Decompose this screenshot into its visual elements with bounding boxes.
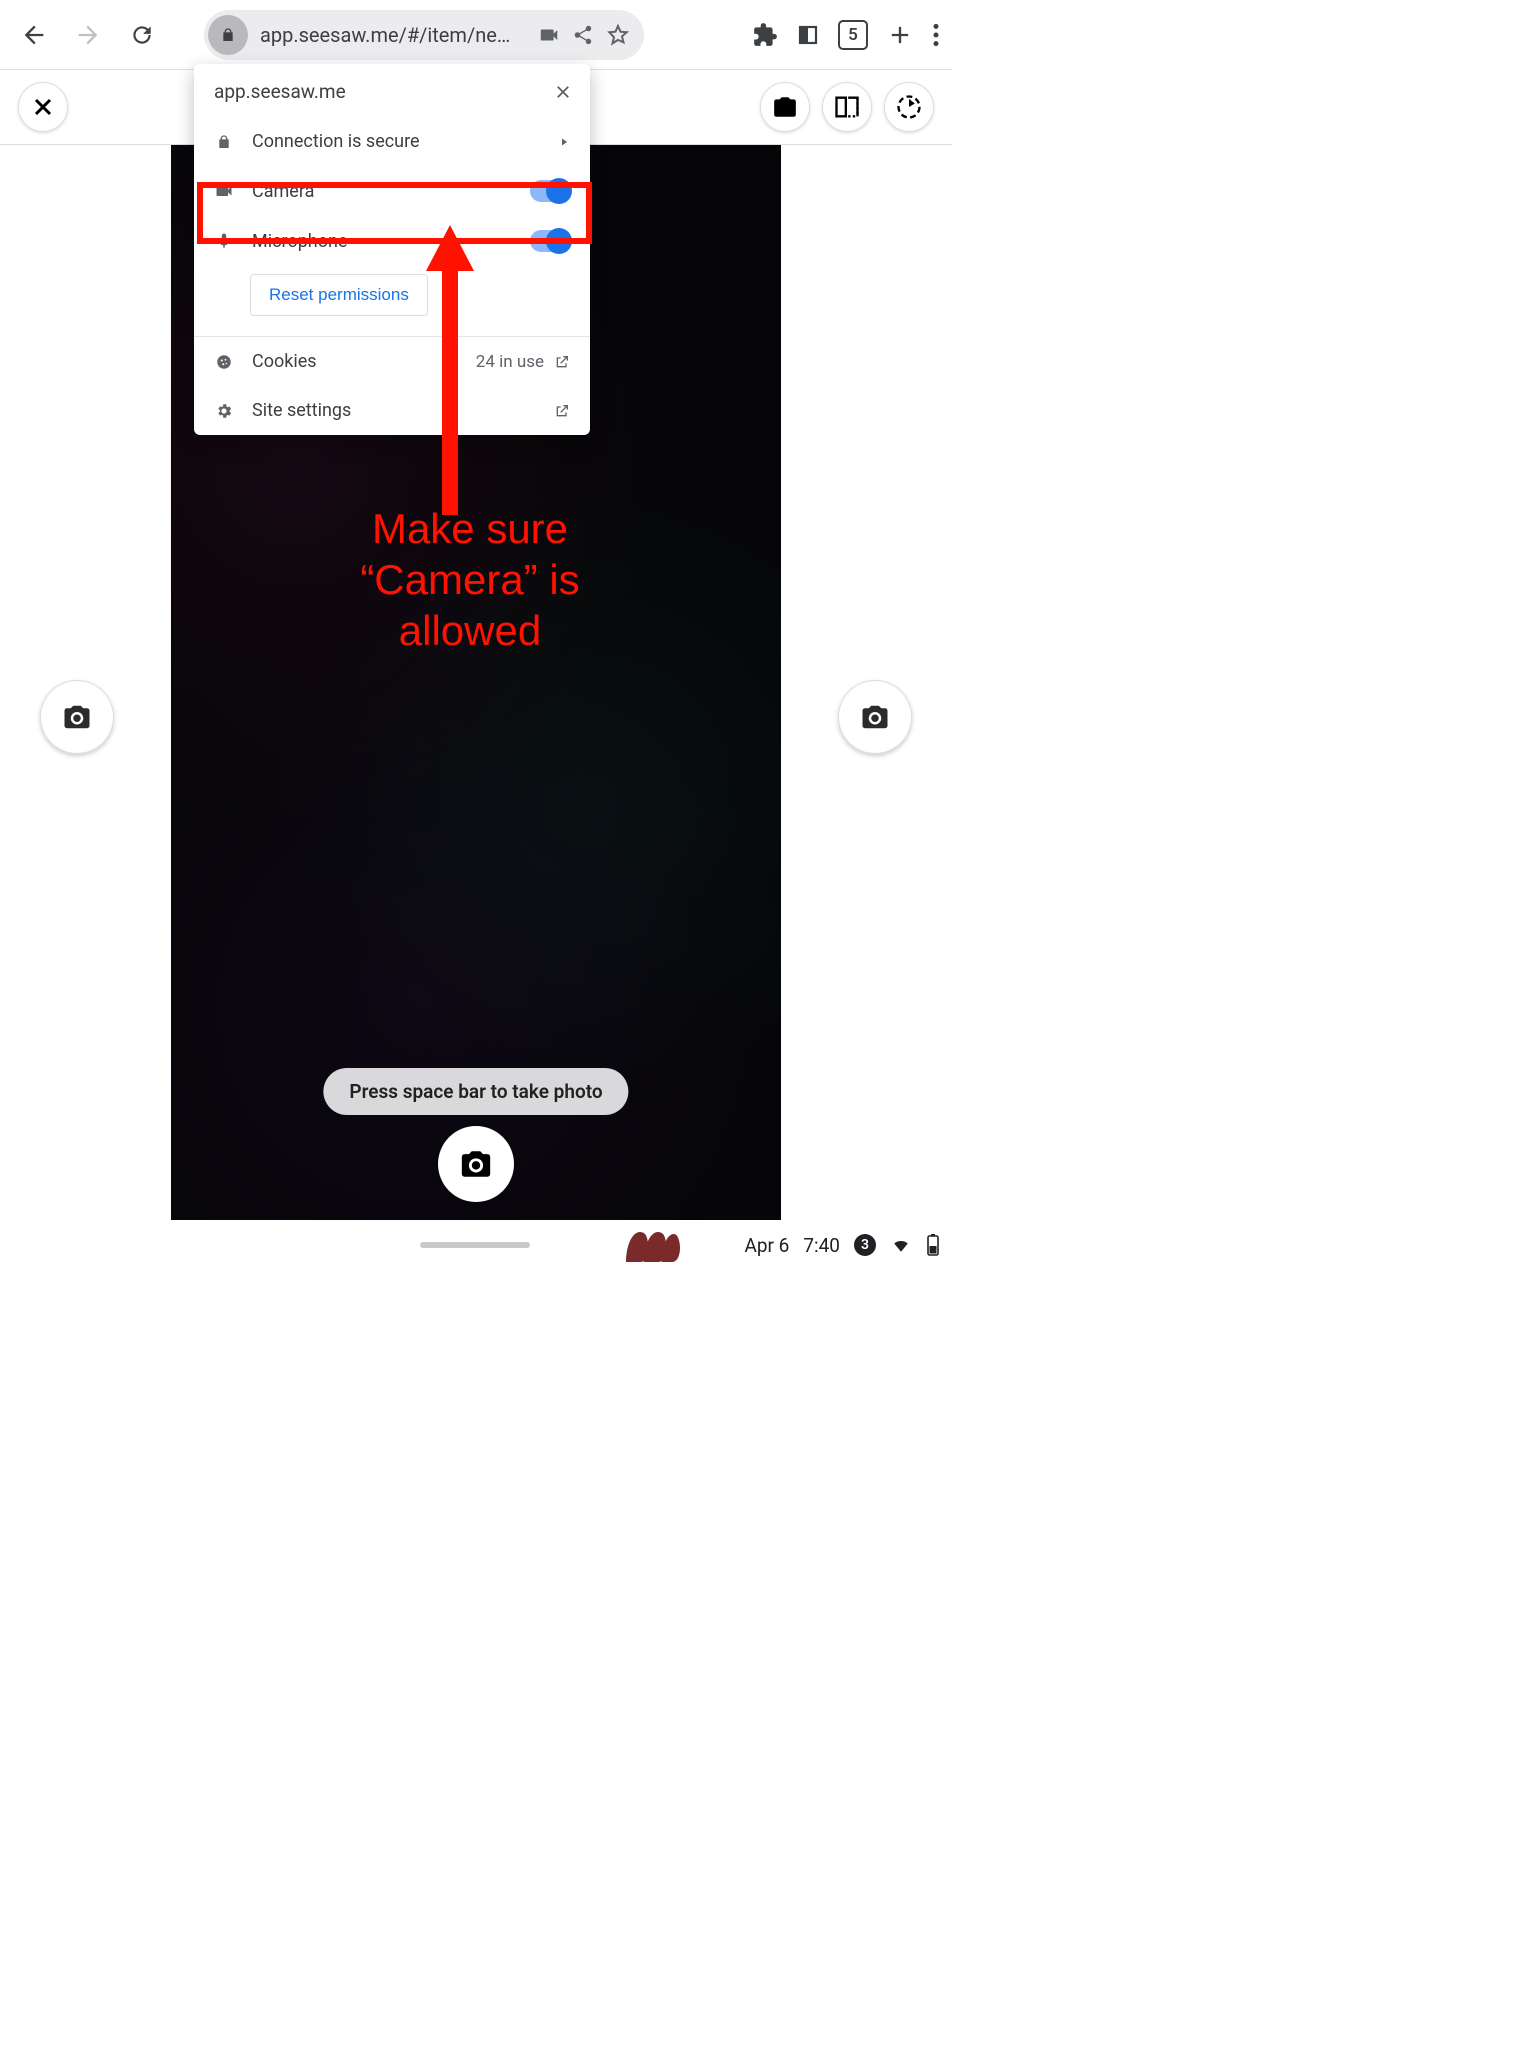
chevron-right-icon xyxy=(558,136,570,148)
camera-icon xyxy=(860,702,890,732)
site-settings-row[interactable]: Site settings xyxy=(194,386,590,435)
site-info-popover: app.seesaw.me Connection is secure Camer… xyxy=(194,64,590,435)
cookie-icon xyxy=(215,353,233,371)
browser-action-row: 5 xyxy=(752,20,940,50)
flip-camera-button[interactable] xyxy=(760,82,810,132)
capture-hint: Press space bar to take photo xyxy=(323,1068,628,1115)
open-external-icon xyxy=(554,354,570,370)
battery-icon xyxy=(926,1234,940,1256)
connection-label: Connection is secure xyxy=(252,131,420,152)
shutter-button[interactable] xyxy=(438,1126,514,1202)
browser-toolbar: app.seesaw.me/#/item/ne… 5 xyxy=(0,0,952,70)
camera-permission-row: Camera xyxy=(194,166,590,216)
omnibox-url: app.seesaw.me/#/item/ne… xyxy=(260,23,526,47)
bookmark-star-icon[interactable] xyxy=(606,23,630,47)
left-capture-button[interactable] xyxy=(40,680,114,754)
microphone-permission-row: Microphone xyxy=(194,216,590,266)
close-button[interactable] xyxy=(18,82,68,132)
tab-switcher[interactable]: 5 xyxy=(838,20,868,50)
mirror-button[interactable] xyxy=(822,82,872,132)
lock-icon xyxy=(220,26,236,44)
flip-camera-icon xyxy=(772,94,798,120)
notification-count: 3 xyxy=(854,1234,876,1256)
right-capture-button[interactable] xyxy=(838,680,912,754)
open-external-icon xyxy=(554,403,570,419)
camera-toggle[interactable] xyxy=(530,180,570,202)
timer-icon xyxy=(895,93,923,121)
close-icon xyxy=(31,95,55,119)
lock-icon xyxy=(216,133,232,151)
microphone-toggle[interactable] xyxy=(530,230,570,252)
cookies-count: 24 in use xyxy=(476,352,544,372)
new-tab-icon[interactable] xyxy=(886,21,914,49)
omnibox[interactable]: app.seesaw.me/#/item/ne… xyxy=(204,10,644,60)
camera-indicator-icon[interactable] xyxy=(538,24,560,46)
back-button[interactable] xyxy=(12,13,56,57)
camera-icon xyxy=(62,702,92,732)
shelf-handle[interactable] xyxy=(420,1242,530,1248)
timer-button[interactable] xyxy=(884,82,934,132)
site-settings-label: Site settings xyxy=(252,400,351,421)
share-icon[interactable] xyxy=(572,24,594,46)
reload-button[interactable] xyxy=(120,13,164,57)
microphone-label: Microphone xyxy=(252,231,347,252)
tab-count: 5 xyxy=(848,25,858,45)
status-tray[interactable]: Apr 6 7:40 3 xyxy=(744,1234,940,1257)
video-icon xyxy=(214,181,234,201)
cookies-label: Cookies xyxy=(252,351,317,372)
system-shelf: Apr 6 7:40 3 xyxy=(0,1220,952,1270)
site-info-host: app.seesaw.me xyxy=(214,80,346,103)
cookies-row[interactable]: Cookies 24 in use xyxy=(194,337,590,386)
close-icon xyxy=(554,83,572,101)
reader-icon[interactable] xyxy=(796,23,820,47)
mirror-icon xyxy=(833,93,861,121)
forward-button[interactable] xyxy=(66,13,110,57)
camera-label: Camera xyxy=(252,181,314,202)
mic-icon xyxy=(215,231,233,251)
site-info-button[interactable] xyxy=(208,15,248,55)
shelf-app-icon[interactable] xyxy=(620,1226,680,1264)
wifi-icon xyxy=(890,1236,912,1254)
extensions-icon[interactable] xyxy=(752,22,778,48)
gear-icon xyxy=(215,402,233,420)
status-time: 7:40 xyxy=(803,1234,840,1257)
connection-row[interactable]: Connection is secure xyxy=(194,117,590,166)
camera-icon xyxy=(459,1147,493,1181)
site-info-close[interactable] xyxy=(554,83,572,101)
status-date: Apr 6 xyxy=(744,1234,789,1257)
reset-permissions-button[interactable]: Reset permissions xyxy=(250,274,428,316)
kebab-menu-icon[interactable] xyxy=(932,22,940,48)
